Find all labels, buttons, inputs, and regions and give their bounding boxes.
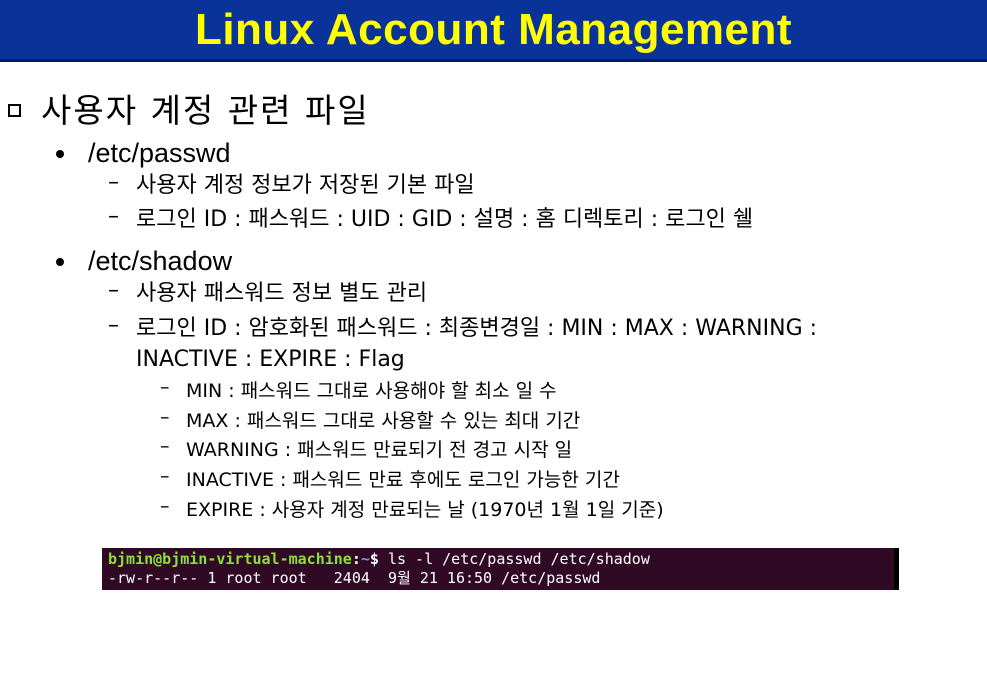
dash-icon: –	[160, 376, 170, 398]
shadow-item-2-continued-text: INACTIVE : EXPIRE : Flag	[136, 347, 405, 372]
shadow-item-1-text: 사용자 패스워드 정보 별도 관리	[136, 281, 428, 306]
passwd-item-1: – 사용자 계정 정보가 저장된 기본 파일	[108, 170, 475, 201]
shadow-subitem-expire: – EXPIRE : 사용자 계정 만료되는 날 (1970년 1월 1일 기준…	[160, 495, 664, 522]
shadow-subitem-inactive: – INACTIVE : 패스워드 만료 후에도 로그인 가능한 기간	[160, 465, 620, 492]
section-heading: 사용자 계정 관련 파일	[8, 84, 370, 132]
passwd-item-1-text: 사용자 계정 정보가 저장된 기본 파일	[136, 173, 475, 198]
slide-title: Linux Account Management	[194, 4, 793, 54]
dash-icon: –	[160, 465, 170, 487]
dash-icon: –	[160, 406, 170, 428]
title-bar: Linux Account Management	[0, 0, 987, 62]
bullet-dot-icon	[56, 257, 64, 266]
terminal-prompt-separator: :	[351, 550, 361, 568]
checkbox-bullet-icon	[8, 103, 21, 117]
terminal-screenshot: bjmin@bjmin-virtual-machine:~$ ls -l /et…	[102, 548, 899, 590]
terminal-edge	[894, 548, 899, 590]
terminal-prompt-user: bjmin@bjmin-virtual-machine	[108, 550, 352, 568]
terminal-prompt-path: ~	[360, 550, 370, 568]
bullet-dot-icon	[56, 149, 64, 158]
shadow-item-2-text: 로그인 ID : 암호화된 패스워드 : 최종변경일 : MIN : MAX :…	[136, 316, 818, 341]
shadow-subitem-warning-text: WARNING : 패스워드 만료되기 전 경고 시작 일	[186, 439, 573, 461]
shadow-item-1: – 사용자 패스워드 정보 별도 관리	[108, 278, 427, 309]
dash-icon: –	[108, 313, 119, 338]
shadow-subitem-min: – MIN : 패스워드 그대로 사용해야 할 최소 일 수	[160, 376, 557, 403]
dash-icon: –	[160, 435, 170, 457]
bullet-shadow-text: /etc/shadow	[88, 246, 233, 276]
passwd-item-2: – 로그인 ID : 패스워드 : UID : GID : 설명 : 홈 디렉토…	[108, 204, 753, 235]
dash-icon: –	[108, 204, 119, 229]
dash-icon: –	[108, 278, 119, 303]
passwd-item-2-text: 로그인 ID : 패스워드 : UID : GID : 설명 : 홈 디렉토리 …	[136, 207, 754, 232]
shadow-subitem-inactive-text: INACTIVE : 패스워드 만료 후에도 로그인 가능한 기간	[186, 469, 620, 491]
bullet-passwd-text: /etc/passwd	[88, 138, 231, 168]
shadow-subitem-max: – MAX : 패스워드 그대로 사용할 수 있는 최대 기간	[160, 406, 580, 433]
terminal-prompt-symbol: $	[369, 550, 379, 568]
shadow-item-2: – 로그인 ID : 암호화된 패스워드 : 최종변경일 : MIN : MAX…	[108, 313, 817, 344]
shadow-subitem-max-text: MAX : 패스워드 그대로 사용할 수 있는 최대 기간	[186, 410, 581, 432]
shadow-subitem-expire-text: EXPIRE : 사용자 계정 만료되는 날 (1970년 1월 1일 기준)	[186, 499, 664, 521]
bullet-shadow: /etc/shadow	[56, 246, 232, 277]
bullet-passwd: /etc/passwd	[56, 138, 231, 169]
dash-icon: –	[108, 170, 119, 195]
terminal-output-line: -rw-r--r-- 1 root root 2404 9월 21 16:50 …	[108, 569, 601, 587]
shadow-subitem-warning: – WARNING : 패스워드 만료되기 전 경고 시작 일	[160, 435, 572, 462]
terminal-command-line: bjmin@bjmin-virtual-machine:~$ ls -l /et…	[108, 550, 893, 569]
shadow-subitem-min-text: MIN : 패스워드 그대로 사용해야 할 최소 일 수	[186, 380, 557, 402]
dash-icon: –	[160, 495, 170, 517]
terminal-command: ls -l /etc/passwd /etc/shadow	[378, 550, 650, 568]
shadow-item-2-continued: INACTIVE : EXPIRE : Flag	[108, 344, 405, 375]
section-heading-text: 사용자 계정 관련 파일	[41, 91, 370, 130]
